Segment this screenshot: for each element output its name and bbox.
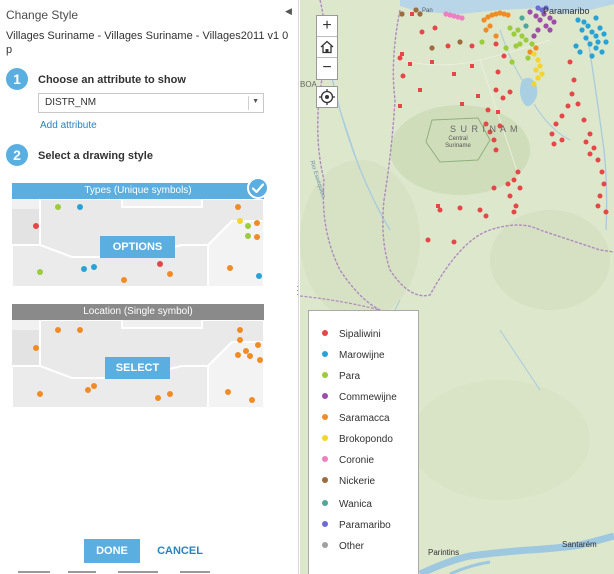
map-label-pan: Pan [422,8,433,14]
home-icon [320,40,334,54]
legend-label: Paramaribo [339,520,391,531]
legend-label: Wanica [339,499,372,510]
legend-swatch [322,435,328,441]
map-label-paramaribo: Paramaribo [543,6,590,16]
step-2-badge: 2 [6,144,28,166]
footer-links-strip [18,571,210,573]
legend-item: Wanica [322,498,372,512]
map-legend: Sipaliwini Marowijne Para Commewijne Sar… [308,310,419,574]
legend-label: Saramacca [339,413,390,424]
legend-item: Coronie [322,454,374,468]
step-2-label: Select a drawing style [38,150,153,162]
change-style-panel: Change Style ◀ Villages Suriname - Villa… [0,0,299,574]
chevron-down-icon[interactable]: ▼ [252,98,259,105]
options-button[interactable]: OPTIONS [100,236,175,258]
legend-label: Sipaliwini [339,329,381,340]
style-card-location[interactable]: Location (Single symbol) SELECT [12,304,264,408]
legend-label: Nickerie [339,476,376,487]
map-view[interactable]: Pan Paramaribo BOA S U R I N A M Central… [300,0,614,574]
collapse-panel-icon[interactable]: ◀ [285,6,292,17]
legend-swatch [322,414,328,420]
done-button[interactable]: DONE [84,539,140,563]
map-label-nature-reserve: Central Suriname [445,136,471,149]
map-label-parintins: Parintins [428,548,460,557]
legend-item: Paramaribo [322,519,391,533]
legend-swatch [322,521,328,527]
home-button[interactable] [317,37,337,58]
style-card-types[interactable]: Types (Unique symbols) OPTIONS [12,183,264,287]
legend-label: Other [339,541,365,552]
zoom-out-button[interactable]: − [317,58,337,79]
legend-label: Para [339,371,361,382]
legend-label: Brokopondo [339,434,393,445]
legend-swatch [322,542,328,548]
legend-swatch [322,351,328,357]
style-card-location-title: Location (Single symbol) [12,304,264,320]
legend-item: Nickerie [322,475,375,489]
panel-title: Change Style [6,8,79,22]
locate-button[interactable] [316,86,338,108]
legend-item: Sipaliwini [322,328,381,342]
select-button[interactable]: SELECT [105,357,170,379]
layer-name: Villages Suriname - Villages Suriname - … [6,30,289,56]
legend-swatch [322,477,328,483]
map-label-boa: BOA [300,80,317,89]
locate-icon [319,89,335,105]
zoom-controls: + − [316,15,338,80]
cancel-button[interactable]: CANCEL [152,539,208,563]
dropdown-divider [248,96,249,110]
legend-item: Other [322,540,364,554]
legend-label: Commewijne [339,392,397,403]
legend-item: Para [322,370,360,384]
legend-item: Commewijne [322,391,397,405]
legend-label: Marowijne [339,350,385,361]
legend-swatch [322,393,328,399]
zoom-in-button[interactable]: + [317,16,337,37]
step-1-badge: 1 [6,68,28,90]
legend-item: Marowijne [322,349,385,363]
legend-swatch [322,456,328,462]
legend-swatch [322,372,328,378]
style-card-types-title: Types (Unique symbols) [12,183,264,199]
legend-item: Saramacca [322,412,390,426]
step-1-label: Choose an attribute to show [38,74,186,86]
legend-swatch [322,330,328,336]
legend-label: Coronie [339,455,375,466]
attribute-select-value: DISTR_NM [45,97,97,108]
panel-resize-handle[interactable]: · · · [296,282,298,299]
attribute-select[interactable]: DISTR_NM ▼ [38,93,264,113]
add-attribute-link[interactable]: Add attribute [40,120,97,131]
selected-check-icon [247,177,269,199]
legend-swatch [322,500,328,506]
map-label-santarem: Santarém [562,540,597,549]
map-label-country: S U R I N A M [450,124,519,134]
legend-item: Brokopondo [322,433,393,447]
